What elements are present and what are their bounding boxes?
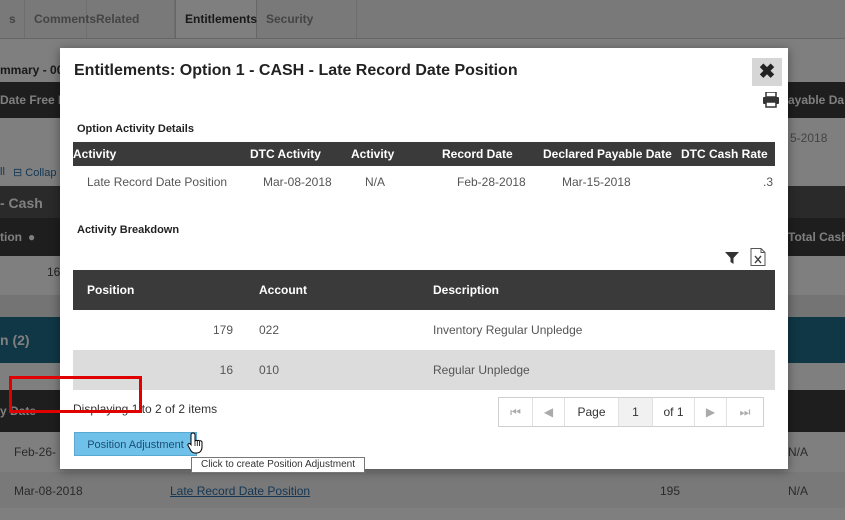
grid-header-position[interactable]: Position (87, 270, 134, 310)
details-header-dtc-cash-rate: DTC Cash Rate (681, 147, 768, 161)
table-row[interactable]: 179 022 Inventory Regular Unpledge (73, 310, 775, 350)
row-account: 010 (259, 363, 280, 377)
page-number-input[interactable] (619, 398, 653, 426)
entitlements-modal: Entitlements: Option 1 - CASH - Late Rec… (60, 48, 788, 469)
details-dtc-activity: Mar-08-2018 (263, 175, 332, 189)
details-header-dtc-activity: DTC Activity (250, 147, 321, 161)
position-adjustment-tooltip: Click to create Position Adjustment (191, 457, 365, 473)
details-activity-2: N/A (365, 175, 386, 189)
details-activity: Late Record Date Position (87, 175, 228, 189)
table-row[interactable]: 16 010 Regular Unpledge (73, 350, 775, 390)
details-header: Activity DTC Activity Activity Record Da… (73, 142, 775, 166)
prev-page-icon[interactable]: ◀ (533, 398, 565, 426)
modal-title: Entitlements: Option 1 - CASH - Late Rec… (74, 62, 518, 79)
hand-cursor-icon (187, 432, 203, 454)
print-icon[interactable] (762, 92, 780, 108)
position-adjustment-button[interactable]: Position Adjustment (74, 432, 197, 456)
row-account: 022 (259, 323, 280, 337)
option-activity-details-label: Option Activity Details (77, 123, 194, 135)
first-page-icon[interactable]: ⏮ (499, 398, 533, 426)
next-page-icon[interactable]: ▶ (695, 398, 727, 426)
row-description: Regular Unpledge (433, 363, 530, 377)
excel-export-icon[interactable] (750, 248, 766, 266)
row-description: Inventory Regular Unpledge (433, 323, 583, 337)
last-page-icon[interactable]: ⏭ (727, 398, 763, 426)
close-icon[interactable]: ✖ (752, 58, 782, 86)
details-row: Late Record Date Position Mar-08-2018 N/… (73, 166, 775, 198)
details-dtc-cash-rate: .3 (763, 175, 774, 189)
filter-icon[interactable] (725, 251, 739, 265)
details-record-date: Feb-28-2018 (457, 175, 526, 189)
row-position: 179 (213, 323, 234, 337)
activity-breakdown-label: Activity Breakdown (77, 224, 180, 236)
grid-header-description[interactable]: Description (433, 270, 499, 310)
highlight-frame (9, 376, 142, 413)
details-header-activity-2: Activity (351, 147, 395, 161)
breakdown-grid-header: Position Account Description (73, 270, 775, 310)
grid-header-account[interactable]: Account (259, 270, 307, 310)
page-count-label: of 1 (653, 398, 695, 426)
details-header-declared-payable-date: Declared Payable Date (543, 147, 672, 161)
pager: ⏮ ◀ Page of 1 ▶ ⏭ (498, 397, 764, 427)
details-header-record-date: Record Date (442, 147, 513, 161)
details-declared-payable-date: Mar-15-2018 (562, 175, 631, 189)
page-label: Page (565, 398, 619, 426)
details-header-activity: Activity (73, 147, 117, 161)
row-position: 16 (219, 363, 233, 377)
